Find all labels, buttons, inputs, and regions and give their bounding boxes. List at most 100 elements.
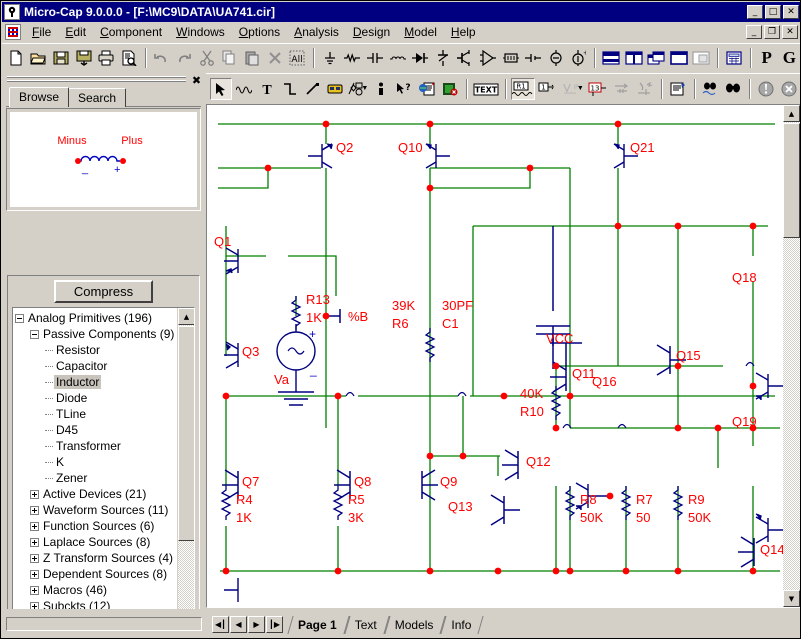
isource-icon[interactable]: + — [568, 47, 590, 69]
page-letter-button[interactable]: P — [756, 47, 778, 69]
cascade-icon[interactable] — [645, 47, 667, 69]
tree-scrollbar[interactable]: ▲ ▼ — [177, 308, 194, 631]
shapes-tool-icon[interactable]: ▼ — [347, 78, 369, 100]
tree-item-resistor[interactable]: Resistor — [15, 342, 177, 358]
schematic-scroll-thumb[interactable] — [783, 123, 800, 238]
minimize-button[interactable]: _ — [747, 5, 763, 19]
tree-item-analog-primitives-196[interactable]: Analog Primitives (196) — [15, 310, 177, 326]
power-icon[interactable] — [634, 78, 656, 100]
text-tool-icon[interactable]: T — [256, 78, 278, 100]
menu-analysis[interactable]: Analysis — [287, 23, 346, 41]
undo-icon[interactable] — [151, 47, 173, 69]
expand-icon[interactable] — [30, 489, 39, 499]
chevron-down-icon[interactable]: ▼ — [361, 85, 368, 92]
select-all-icon[interactable]: All — [286, 47, 308, 69]
sheet-tab-page-1[interactable]: Page 1 — [290, 616, 347, 634]
child-minimize-button[interactable]: _ — [746, 25, 762, 39]
find-icon[interactable] — [700, 78, 722, 100]
expand-icon[interactable] — [30, 569, 39, 579]
maximize-window-icon[interactable] — [668, 47, 690, 69]
cancel-icon[interactable] — [778, 78, 800, 100]
compress-button[interactable]: Compress — [53, 280, 154, 303]
collapse-icon[interactable] — [15, 313, 24, 323]
component-tree[interactable]: Analog Primitives (196) Passive Component… — [12, 307, 195, 632]
expand-icon[interactable] — [30, 585, 39, 595]
ground-icon[interactable] — [319, 47, 341, 69]
opamp-icon[interactable] — [477, 47, 499, 69]
model-editor-icon[interactable] — [416, 78, 438, 100]
menu-design[interactable]: Design — [346, 23, 397, 41]
tree-item-dependent-sources-8[interactable]: Dependent Sources (8) — [15, 566, 177, 582]
vsource-icon[interactable] — [545, 47, 567, 69]
collapse-icon[interactable] — [30, 329, 39, 339]
close-button[interactable]: ✕ — [783, 5, 799, 19]
pin-connection-icon[interactable]: 1 — [536, 78, 560, 100]
print-icon[interactable] — [95, 47, 117, 69]
expand-icon[interactable] — [30, 537, 39, 547]
tree-item-d45[interactable]: D45 — [15, 422, 177, 438]
panel-drag-handle[interactable]: ✖ — [2, 73, 205, 87]
tree-item-capacitor[interactable]: Capacitor — [15, 358, 177, 374]
tree-item-tline[interactable]: TLine — [15, 406, 177, 422]
inductor-icon[interactable] — [387, 47, 409, 69]
save-icon[interactable] — [50, 47, 72, 69]
prev-page-button[interactable]: ◀ — [230, 615, 247, 633]
child-close-button[interactable]: ✕ — [782, 25, 798, 39]
panel-close-icon[interactable]: ✖ — [190, 74, 203, 87]
tree-item-transformer[interactable]: Transformer — [15, 438, 177, 454]
panel-tab-search[interactable]: Search — [68, 88, 127, 107]
meter-icon[interactable] — [500, 47, 522, 69]
next-page-button[interactable]: ▶ — [248, 615, 265, 633]
select-arrow-icon[interactable] — [210, 77, 232, 100]
sheet-tab-info[interactable]: Info — [443, 616, 481, 634]
last-page-button[interactable]: ┃▶ — [266, 615, 283, 633]
save-as-icon[interactable] — [73, 47, 95, 69]
print-preview-icon[interactable] — [118, 47, 140, 69]
capacitor-icon[interactable] — [364, 47, 386, 69]
tree-item-z-transform-sources-4[interactable]: Z Transform Sources (4) — [15, 550, 177, 566]
menu-component[interactable]: Component — [93, 23, 169, 41]
sheet-tab-text[interactable]: Text — [347, 616, 387, 634]
menu-options[interactable]: Options — [232, 23, 287, 41]
info-icon[interactable] — [370, 78, 392, 100]
attribute-text-icon[interactable]: R1 — [510, 77, 535, 100]
node-voltage-icon[interactable]: IP ▼ — [561, 78, 585, 100]
line-tool-icon[interactable] — [302, 78, 324, 100]
waveform-icon[interactable] — [233, 78, 255, 100]
menu-model[interactable]: Model — [397, 23, 444, 41]
wire-tool-icon[interactable] — [279, 78, 301, 100]
schematic-canvas[interactable]: + _ Q2 Q10 Q21 Q1 Q3 R13 1K %B 39K R6 30… — [208, 106, 783, 606]
delete-icon[interactable] — [264, 47, 286, 69]
chevron-down-icon[interactable]: ▼ — [577, 85, 584, 92]
diode-icon[interactable] — [409, 47, 431, 69]
current-arrow-icon[interactable] — [611, 78, 633, 100]
menu-windows[interactable]: Windows — [169, 23, 232, 41]
tree-item-function-sources-6[interactable]: Function Sources (6) — [15, 518, 177, 534]
stop-edit-icon[interactable] — [439, 78, 461, 100]
help-pointer-icon[interactable]: ? — [393, 78, 415, 100]
document-icon[interactable] — [5, 24, 21, 40]
tree-item-macros-46[interactable]: Macros (46) — [15, 582, 177, 598]
grid-text-icon[interactable]: TEXT — [472, 78, 500, 100]
tree-item-zener[interactable]: Zener — [15, 470, 177, 486]
tree-scroll-up-button[interactable]: ▲ — [178, 308, 194, 325]
bus-tool-icon[interactable] — [324, 78, 346, 100]
find-component-icon[interactable] — [722, 78, 744, 100]
first-page-button[interactable]: ◀┃ — [212, 615, 229, 633]
copy-icon[interactable] — [218, 47, 240, 69]
expand-icon[interactable] — [30, 553, 39, 563]
tree-item-active-devices-21[interactable]: Active Devices (21) — [15, 486, 177, 502]
clipboard-icon[interactable] — [667, 78, 689, 100]
tile-horizontal-icon[interactable] — [600, 47, 622, 69]
resistor-icon[interactable] — [342, 47, 364, 69]
paste-icon[interactable] — [241, 47, 263, 69]
tile-vertical-icon[interactable] — [623, 47, 645, 69]
schematic-scroll-up-button[interactable]: ▲ — [783, 105, 800, 122]
cut-icon[interactable] — [196, 47, 218, 69]
child-restore-button[interactable]: ❐ — [764, 25, 780, 39]
grid-letter-button[interactable]: G — [779, 47, 801, 69]
calculator-icon[interactable] — [723, 47, 745, 69]
tree-item-k[interactable]: K — [15, 454, 177, 470]
maximize-button[interactable]: □ — [765, 5, 781, 19]
warning-icon[interactable] — [755, 78, 777, 100]
